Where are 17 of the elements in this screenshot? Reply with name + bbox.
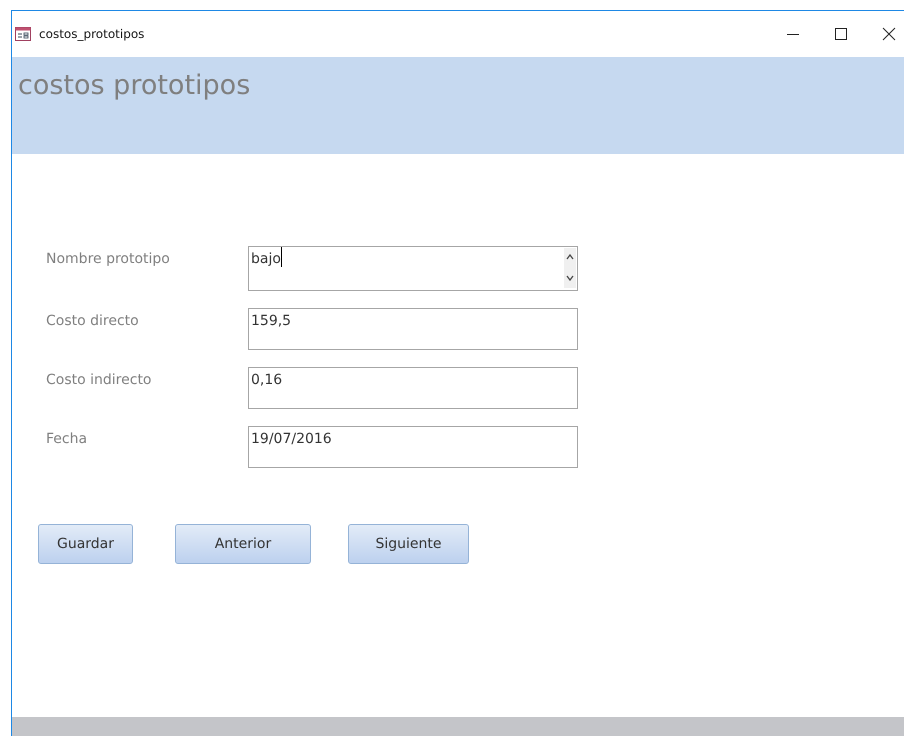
form-button[interactable]: Siguiente: [348, 524, 469, 564]
input-field[interactable]: 159,5: [248, 308, 578, 350]
field-label: Fecha: [45, 430, 88, 447]
form-icon: [15, 27, 31, 41]
form-button[interactable]: Guardar: [38, 524, 133, 564]
maximize-icon[interactable]: [834, 27, 848, 41]
input-field[interactable]: bajo: [248, 246, 578, 291]
field-label: Costo indirecto: [45, 371, 152, 388]
input-field[interactable]: 19/07/2016: [248, 426, 578, 468]
scroll-arrows-icon[interactable]: [564, 248, 576, 288]
field-label: Nombre prototipo: [45, 250, 171, 267]
close-icon[interactable]: [882, 27, 896, 41]
input-field[interactable]: 0,16: [248, 367, 578, 409]
field-label: Costo directo: [45, 312, 140, 329]
window-title: costos_prototipos: [39, 27, 144, 41]
form-button[interactable]: Anterior: [175, 524, 311, 564]
form-title: costos prototipos: [17, 69, 252, 101]
